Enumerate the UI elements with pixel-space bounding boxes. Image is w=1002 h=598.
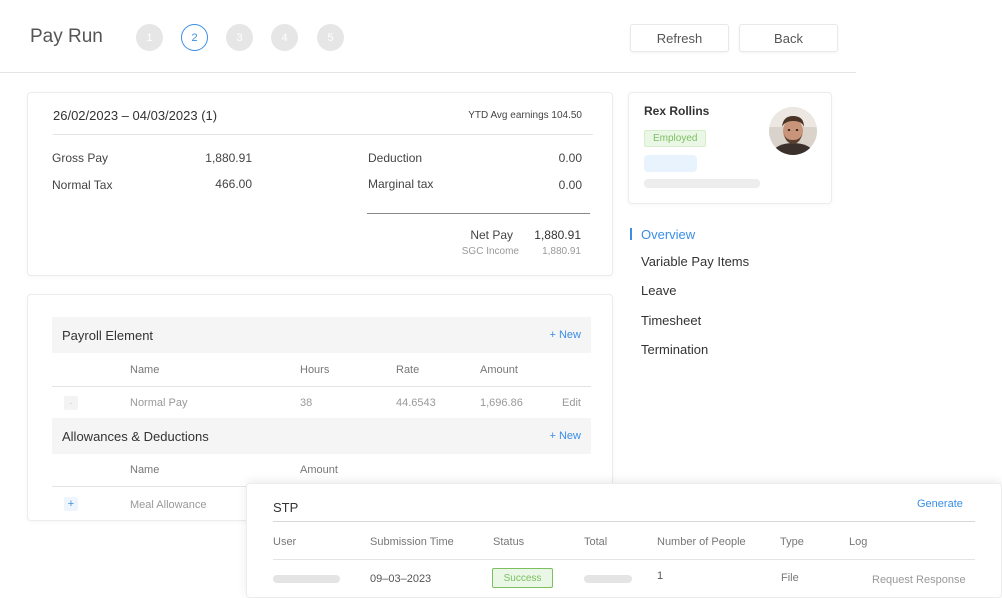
- nav-active-indicator: [630, 228, 632, 240]
- payroll-col-hours: Hours: [300, 364, 330, 376]
- payroll-element-header: Payroll Element + New: [52, 317, 591, 353]
- sgc-income-value: 1,880.91: [542, 246, 581, 257]
- payroll-row-edit-link[interactable]: Edit: [562, 397, 581, 409]
- summary-divider: [53, 134, 593, 135]
- gross-pay-label: Gross Pay: [52, 151, 109, 165]
- nav-termination[interactable]: Termination: [641, 342, 708, 357]
- profile-placeholder-tag: [644, 155, 697, 172]
- marginal-tax-label: Marginal tax: [368, 177, 434, 191]
- normal-tax-label: Normal Tax: [52, 178, 113, 192]
- stp-col-submission-time: Submission Time: [370, 536, 454, 548]
- allowances-new-button[interactable]: + New: [550, 430, 582, 442]
- step-4[interactable]: 4: [271, 24, 298, 51]
- plus-icon[interactable]: +: [64, 497, 78, 511]
- refresh-button[interactable]: Refresh: [630, 24, 729, 52]
- pay-period: 26/02/2023 – 04/03/2023 (1): [53, 108, 218, 123]
- nav-variable-pay-items[interactable]: Variable Pay Items: [641, 254, 749, 269]
- marginal-tax-value: 0.00: [558, 178, 582, 192]
- employment-status-badge: Employed: [644, 130, 707, 147]
- stp-col-status: Status: [493, 536, 525, 548]
- net-pay-value: 1,880.91: [534, 228, 581, 242]
- page-title: Pay Run: [30, 26, 103, 47]
- payroll-row-name: Normal Pay: [130, 397, 188, 409]
- profile-placeholder-line: [644, 179, 760, 188]
- gross-pay-value: 1,880.91: [205, 151, 252, 165]
- back-button[interactable]: Back: [739, 24, 838, 52]
- stp-title: STP: [273, 500, 299, 515]
- allowances-col-amount: Amount: [300, 464, 338, 476]
- header-divider: [0, 72, 856, 73]
- generate-button[interactable]: Generate: [917, 498, 963, 510]
- stp-col-type: Type: [780, 536, 804, 548]
- stp-title-divider: [273, 521, 975, 522]
- allowances-title: Allowances & Deductions: [62, 428, 209, 444]
- payroll-header-divider: [52, 386, 591, 387]
- request-response-link[interactable]: Request Response: [872, 574, 966, 586]
- stp-col-user: User: [273, 536, 297, 548]
- stp-col-number-of-people: Number of People: [657, 536, 746, 548]
- allowances-row-name: Meal Allowance: [130, 499, 207, 511]
- employee-name: Rex Rollins: [644, 104, 710, 118]
- stp-status-badge: Success: [492, 568, 553, 588]
- avatar-icon: [769, 107, 817, 155]
- normal-tax-value: 466.00: [215, 177, 252, 191]
- stp-number-of-people: 1: [657, 570, 664, 582]
- allowances-col-name: Name: [130, 464, 160, 476]
- payroll-col-name: Name: [130, 364, 160, 376]
- payroll-col-amount: Amount: [480, 364, 518, 376]
- allowances-header: Allowances & Deductions + New: [52, 418, 591, 454]
- avatar[interactable]: [769, 107, 817, 155]
- step-3[interactable]: 3: [226, 24, 253, 51]
- stp-col-total: Total: [584, 536, 608, 548]
- stp-total-placeholder: [584, 575, 632, 583]
- payroll-row-amount: 1,696.86: [480, 397, 523, 409]
- stp-type: File: [781, 572, 799, 584]
- payroll-row-rate: 44.6543: [396, 397, 436, 409]
- step-5[interactable]: 5: [317, 24, 344, 51]
- nav-timesheet[interactable]: Timesheet: [641, 313, 701, 328]
- stp-col-log: Log: [849, 536, 868, 548]
- deduction-label: Deduction: [368, 151, 423, 165]
- net-pay-divider: [367, 213, 590, 214]
- net-pay-label: Net Pay: [470, 228, 513, 242]
- deduction-value: 0.00: [558, 151, 582, 165]
- stp-header-divider: [273, 559, 975, 560]
- stp-submission-time: 09–03–2023: [370, 573, 432, 585]
- payroll-row-hours: 38: [300, 397, 313, 409]
- payroll-col-rate: Rate: [396, 364, 420, 376]
- stp-user-placeholder: [273, 575, 340, 583]
- payroll-element-title: Payroll Element: [62, 327, 154, 343]
- step-1[interactable]: 1: [136, 24, 163, 51]
- nav-leave[interactable]: Leave: [641, 283, 676, 298]
- row-expand-icon[interactable]: ·: [64, 396, 78, 410]
- step-2-active[interactable]: 2: [181, 24, 208, 51]
- sgc-income-label: SGC Income: [461, 246, 519, 257]
- payroll-new-button[interactable]: + New: [550, 329, 582, 341]
- ytd-avg-earnings: YTD Avg earnings 104.50: [468, 110, 582, 121]
- nav-overview[interactable]: Overview: [641, 227, 695, 242]
